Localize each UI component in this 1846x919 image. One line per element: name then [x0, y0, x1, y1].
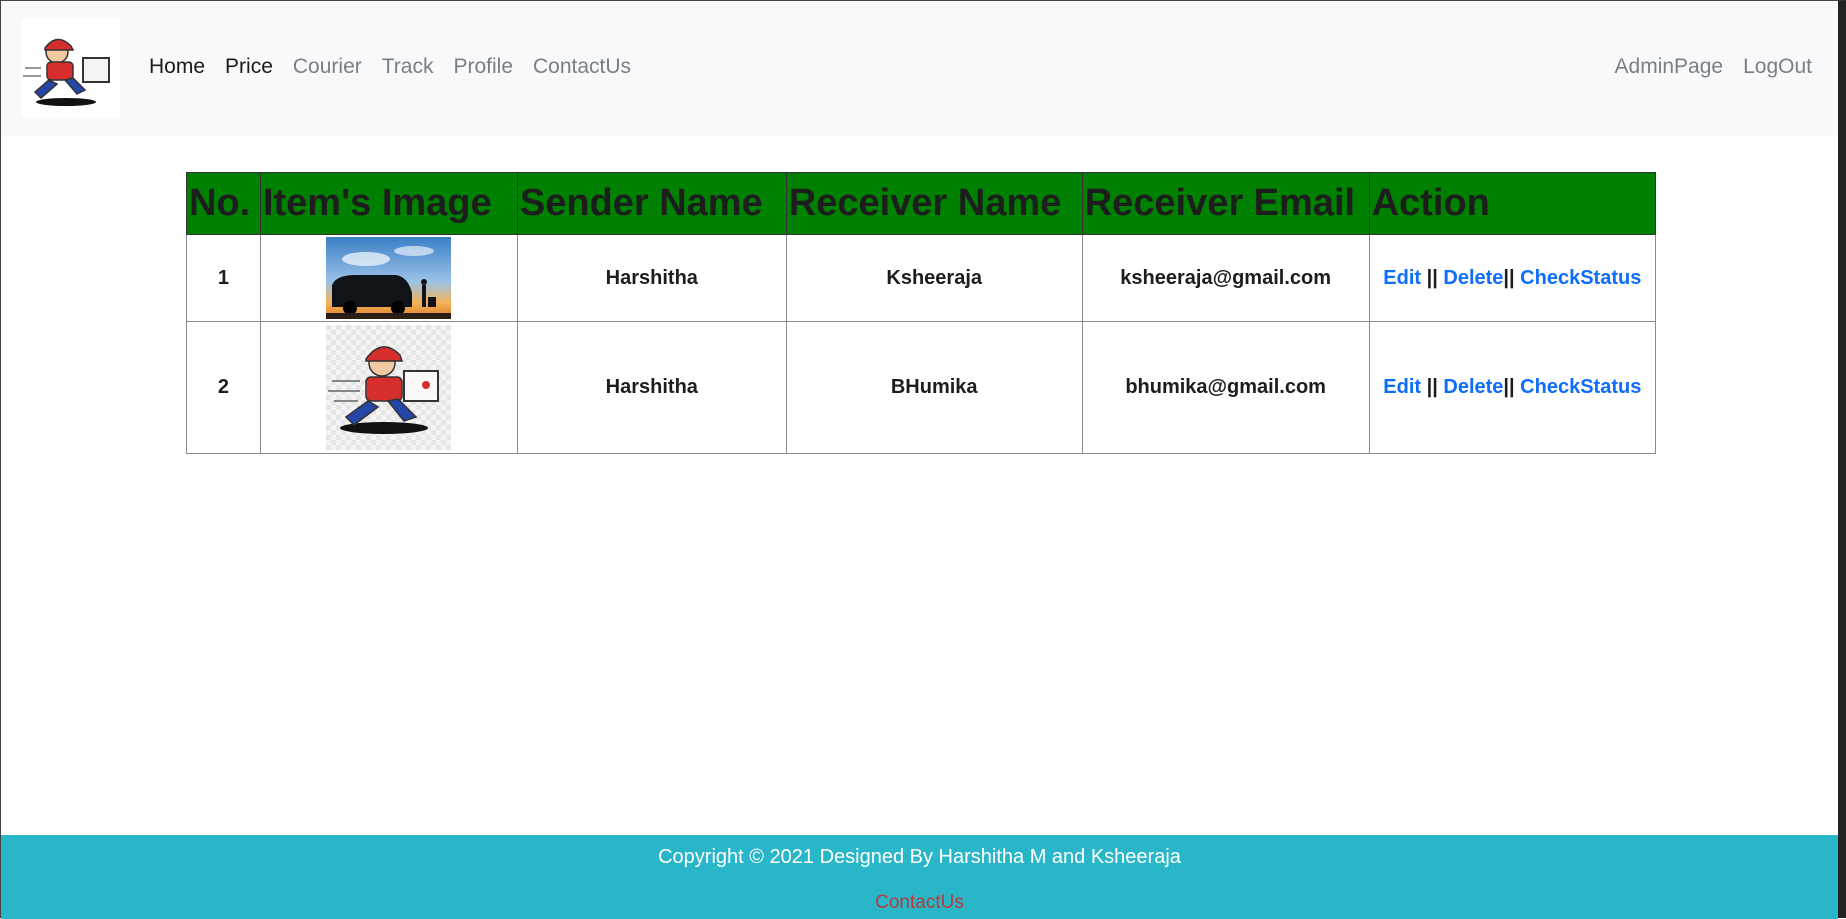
- header-email: Receiver Email: [1081, 172, 1370, 235]
- cell-receiver: Ksheeraja: [785, 234, 1083, 322]
- header-sender: Sender Name: [516, 172, 787, 235]
- separator: ||: [1503, 376, 1515, 398]
- main-nav: Home Price Courier Track Profile Contact…: [149, 55, 651, 79]
- courier-table: No. Item's Image Sender Name Receiver Na…: [186, 172, 1657, 454]
- cell-email: ksheeraja@gmail.com: [1081, 234, 1370, 322]
- nav-courier[interactable]: Courier: [293, 55, 362, 79]
- delivery-van-sunset-icon: [326, 237, 452, 319]
- courier-mascot-logo-icon[interactable]: [21, 18, 120, 118]
- header-no: No.: [186, 172, 261, 235]
- separator: ||: [1503, 266, 1515, 289]
- cell-email: bhumika@gmail.com: [1081, 321, 1370, 454]
- nav-contactus[interactable]: ContactUs: [533, 55, 631, 79]
- footer-contactus-link[interactable]: ContactUs: [1, 892, 1838, 914]
- checkstatus-link[interactable]: CheckStatus: [1520, 376, 1641, 398]
- table-row: 2 Harshitha BHumika bhumika@gmail.com Ed…: [186, 321, 1657, 454]
- header-action: Action: [1368, 172, 1657, 235]
- nav-logout[interactable]: LogOut: [1743, 55, 1812, 79]
- header-image: Item's Image: [259, 172, 518, 235]
- nav-adminpage[interactable]: AdminPage: [1615, 55, 1724, 79]
- header-receiver: Receiver Name: [785, 172, 1083, 235]
- table-header-row: No. Item's Image Sender Name Receiver Na…: [186, 172, 1657, 235]
- cell-no: 2: [186, 321, 261, 454]
- navbar: Home Price Courier Track Profile Contact…: [1, 1, 1838, 136]
- nav-track[interactable]: Track: [382, 55, 434, 79]
- nav-profile[interactable]: Profile: [453, 55, 513, 79]
- delete-link[interactable]: Delete: [1443, 376, 1503, 398]
- separator: ||: [1426, 376, 1438, 398]
- table-row: 1 Harshitha Ksheeraja ksheeraja@gmail.co…: [186, 234, 1657, 322]
- edit-link[interactable]: Edit: [1383, 267, 1421, 289]
- cell-actions: Edit || Delete|| CheckStatus: [1368, 234, 1657, 322]
- footer-copyright: Copyright © 2021 Designed By Harshitha M…: [658, 846, 1181, 868]
- delete-link[interactable]: Delete: [1443, 267, 1503, 289]
- separator: ||: [1426, 266, 1438, 289]
- cell-receiver: BHumika: [785, 321, 1083, 454]
- nav-home[interactable]: Home: [149, 55, 205, 79]
- cell-sender: Harshitha: [516, 234, 787, 322]
- cell-image: [259, 234, 518, 322]
- nav-price[interactable]: Price: [225, 55, 273, 79]
- cell-actions: Edit || Delete|| CheckStatus: [1368, 321, 1657, 454]
- checkstatus-link[interactable]: CheckStatus: [1520, 267, 1641, 289]
- cell-sender: Harshitha: [516, 321, 787, 454]
- cell-image: [259, 321, 518, 454]
- cell-no: 1: [186, 234, 261, 322]
- right-nav: AdminPage LogOut: [1595, 55, 1812, 79]
- footer: Copyright © 2021 Designed By Harshitha M…: [1, 835, 1838, 919]
- edit-link[interactable]: Edit: [1383, 376, 1421, 398]
- courier-mascot-icon: [326, 325, 452, 450]
